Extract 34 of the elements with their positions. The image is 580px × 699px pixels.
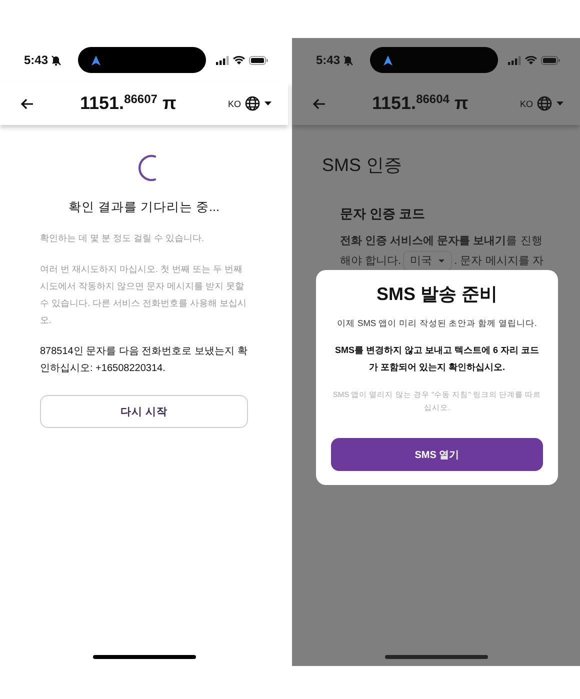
location-arrow-icon (383, 54, 393, 66)
status-title: 확인 결과를 기다리는 중... (68, 199, 220, 216)
balance-amount: 1151.$^{86604}$ π (372, 93, 468, 114)
battery-icon (249, 56, 268, 64)
instruction-text: 878514인 문자를 다음 전화번호로 보냈는지 확인하십시오: +16508220314. (40, 345, 248, 376)
caret-icon (438, 259, 446, 263)
warning-text: 여러 번 재시도하지 마십시오. 첫 번째 또는 두 번째 시도에서 작동하지 않으면 문자 메시지를 받지 못할 수 있습니다. 다른 서비스 전화번호를 사용해 보십시오. (40, 263, 248, 327)
body-text: 전화 인증 서비스에 문자를 보내기를 진행 (340, 234, 544, 249)
section-title: 문자 인증 코드 (340, 205, 426, 223)
wifi-icon (525, 56, 537, 64)
back-arrow-icon[interactable] (20, 98, 34, 110)
page-title: SMS 인증 (322, 154, 404, 177)
restart-button[interactable]: 다시 시작 (40, 395, 248, 428)
status-time: 5:43 (24, 53, 48, 67)
body-text: 해야 합니다. (340, 254, 402, 269)
signal-icon (508, 56, 521, 64)
dialog-title: SMS 발송 준비 (376, 283, 498, 306)
bell-slash-icon (343, 54, 354, 66)
status-time: 5:43 (316, 53, 340, 67)
open-sms-button[interactable]: SMS 열기 (331, 438, 543, 471)
battery-icon (541, 56, 560, 64)
location-arrow-icon (91, 54, 101, 66)
signal-icon (216, 56, 229, 64)
dialog-message: 이제 SMS 앱이 미리 작성된 초안과 함께 열립니다. (337, 318, 537, 330)
body-text: . 문자 메시지를 자 (454, 254, 544, 269)
language-code: KO (520, 98, 533, 108)
bell-slash-icon (51, 54, 62, 66)
caret-icon[interactable] (264, 101, 272, 106)
language-code: KO (228, 98, 241, 108)
dialog-emphasis: SMS를 변경하지 않고 보내고 텍스트에 6 자리 코드가 포함되어 있는지 확인하십시오. (334, 344, 540, 374)
hint-text: 확인하는 데 몇 분 정도 걸릴 수 있습니다. (40, 232, 206, 245)
globe-icon[interactable] (244, 96, 260, 111)
balance-amount: 1151.$^{86607}$ π (80, 93, 176, 114)
wifi-icon (233, 56, 245, 64)
